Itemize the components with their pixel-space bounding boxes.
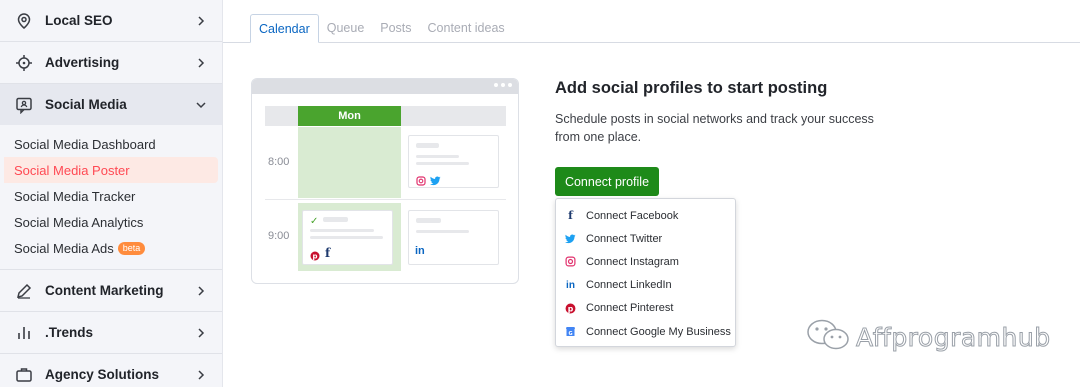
tab-posts[interactable]: Posts: [372, 14, 419, 43]
nav-agency-solutions[interactable]: Agency Solutions: [0, 354, 222, 387]
nav-label: Local SEO: [45, 13, 113, 28]
sidebar-item-dashboard[interactable]: Social Media Dashboard: [0, 131, 218, 157]
menu-item-label: Connect Google My Business: [586, 325, 731, 338]
nav-content-marketing[interactable]: Content Marketing: [0, 270, 222, 311]
nav-label: Agency Solutions: [45, 367, 160, 382]
nav-label: Social Media: [45, 97, 127, 112]
nav-label: Advertising: [45, 55, 120, 70]
checkmark-icon: ✓: [310, 216, 319, 227]
svg-text:p: p: [568, 304, 574, 313]
instagram-icon: [416, 173, 426, 191]
sidebar: Local SEO Advertising Social Media Socia…: [0, 0, 223, 387]
chevron-right-icon: [194, 368, 208, 382]
time-slot: [298, 127, 401, 198]
facebook-icon: f: [325, 246, 331, 260]
social-media-submenu: Social Media Dashboard Social Media Post…: [0, 125, 222, 269]
chevron-right-icon: [194, 284, 208, 298]
post-card-scheduled: ✓ p f: [302, 210, 393, 265]
pinterest-icon: p: [310, 248, 320, 266]
facebook-icon: f: [568, 209, 573, 223]
time-label: 8:00: [268, 156, 290, 168]
menu-item-label: Connect LinkedIn: [586, 279, 672, 292]
window-dots-icon: [494, 83, 512, 87]
svg-text:G: G: [568, 331, 572, 337]
page-description: Schedule posts in social networks and tr…: [555, 112, 874, 144]
nav-local-seo[interactable]: Local SEO: [0, 0, 222, 41]
post-card: [408, 135, 499, 188]
sidebar-item-analytics[interactable]: Social Media Analytics: [0, 209, 218, 235]
sidebar-item-ads[interactable]: Social Media Ads beta: [0, 235, 218, 261]
connect-pinterest-item[interactable]: p Connect Pinterest: [556, 297, 735, 320]
window-topbar: [252, 79, 518, 94]
chevron-right-icon: [194, 326, 208, 340]
day-header: Mon: [298, 106, 401, 126]
calendar-illustration: Mon 8:00 9:00 ✓ p f in: [251, 78, 519, 284]
connect-dropdown-menu: f Connect Facebook Connect Twitter Conne…: [555, 198, 736, 347]
watermark: Affprogramhub: [806, 318, 1051, 356]
linkedin-icon: in: [566, 279, 575, 291]
map-pin-icon: [14, 11, 34, 31]
bar-chart-icon: [14, 323, 34, 343]
svg-text:p: p: [312, 253, 317, 261]
nav-trends[interactable]: .Trends: [0, 312, 222, 353]
beta-badge: beta: [117, 241, 146, 255]
menu-item-label: Connect Twitter: [586, 232, 663, 245]
linkedin-icon: in: [415, 245, 425, 257]
tab-bar: Calendar Queue Posts Content ideas: [250, 14, 513, 43]
connect-instagram-item[interactable]: Connect Instagram: [556, 250, 735, 273]
wechat-logo-icon: [806, 318, 850, 357]
tab-calendar[interactable]: Calendar: [250, 14, 319, 43]
nav-label: .Trends: [45, 325, 94, 340]
nav-label: Content Marketing: [45, 283, 164, 298]
time-label: 9:00: [268, 230, 290, 242]
pinterest-icon: p: [564, 302, 577, 315]
chevron-right-icon: [194, 14, 208, 28]
menu-item-label: Connect Instagram: [586, 255, 679, 268]
chat-bubble-icon: [14, 95, 34, 115]
sidebar-item-label: Social Media Ads: [14, 240, 114, 256]
menu-item-label: Connect Pinterest: [586, 302, 674, 315]
connect-facebook-item[interactable]: f Connect Facebook: [556, 204, 735, 227]
connect-twitter-item[interactable]: Connect Twitter: [556, 227, 735, 250]
connect-profile-button[interactable]: Connect profile: [555, 167, 659, 196]
menu-item-label: Connect Facebook: [586, 209, 679, 222]
pencil-icon: [14, 281, 34, 301]
watermark-text: Affprogramhub: [856, 322, 1051, 352]
nav-advertising[interactable]: Advertising: [0, 42, 222, 83]
briefcase-icon: [14, 365, 34, 385]
google-my-business-icon: G: [564, 325, 577, 338]
instagram-icon: [564, 255, 577, 268]
post-card: in: [408, 210, 499, 265]
sidebar-item-poster[interactable]: Social Media Poster: [4, 157, 218, 183]
twitter-icon: [564, 232, 577, 245]
chevron-down-icon: [194, 98, 208, 112]
twitter-icon: [430, 173, 441, 191]
tab-queue[interactable]: Queue: [319, 14, 373, 43]
connect-google-my-business-item[interactable]: G Connect Google My Business: [556, 320, 735, 343]
tabs-divider: [223, 42, 1080, 43]
grid-line: [265, 199, 506, 200]
sidebar-item-tracker[interactable]: Social Media Tracker: [0, 183, 218, 209]
tab-content-ideas[interactable]: Content ideas: [420, 14, 513, 43]
nav-social-media[interactable]: Social Media: [0, 84, 222, 125]
page-title: Add social profiles to start posting: [555, 79, 828, 97]
connect-linkedin-item[interactable]: in Connect LinkedIn: [556, 274, 735, 297]
crosshair-icon: [14, 53, 34, 73]
chevron-right-icon: [194, 56, 208, 70]
